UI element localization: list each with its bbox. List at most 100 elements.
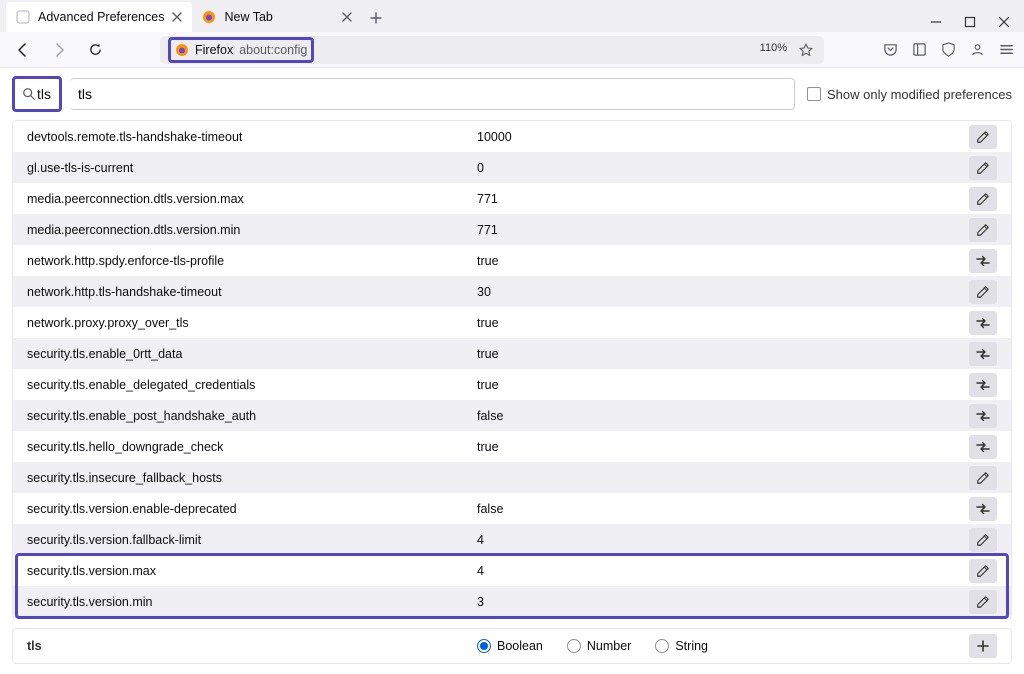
radio-label: Number (587, 639, 631, 653)
toggle-button[interactable] (969, 249, 997, 273)
show-only-modified-checkbox[interactable]: Show only modified preferences (807, 87, 1012, 102)
toggle-button[interactable] (969, 311, 997, 335)
side-panel-icon[interactable] (912, 42, 927, 57)
tab-new-tab[interactable]: New Tab (192, 2, 362, 32)
radio-label: String (675, 639, 708, 653)
type-radio-group: Boolean Number String (477, 639, 708, 653)
search-input-full[interactable] (70, 78, 795, 110)
edit-button[interactable] (969, 590, 997, 614)
radio-icon (567, 639, 581, 653)
add-button[interactable] (969, 634, 997, 658)
window-minimize-icon[interactable] (930, 16, 942, 28)
radio-icon (655, 639, 669, 653)
pref-name: security.tls.enable_delegated_credential… (27, 378, 477, 392)
checkbox-icon[interactable] (807, 87, 821, 101)
add-pref-name: tls (27, 639, 477, 653)
reload-button[interactable] (82, 37, 108, 63)
firefox-logo-icon (175, 43, 189, 57)
preferences-table: devtools.remote.tls-handshake-timeout100… (12, 120, 1012, 618)
toolbar: Firefox about:config 110% (0, 32, 1024, 68)
pref-value: 3 (477, 595, 969, 609)
page-content: tls Show only modified preferences devto… (0, 68, 1024, 664)
search-input-display[interactable]: tls (37, 86, 57, 102)
window-controls (930, 16, 1024, 32)
edit-button[interactable] (969, 466, 997, 490)
pref-value: 771 (477, 192, 969, 206)
back-button[interactable] (10, 37, 36, 63)
tab-title: Advanced Preferences (38, 10, 164, 24)
toggle-button[interactable] (969, 497, 997, 521)
edit-button[interactable] (969, 280, 997, 304)
tab-advanced-preferences[interactable]: Advanced Preferences (6, 2, 192, 32)
toggle-button[interactable] (969, 435, 997, 459)
pref-name: media.peerconnection.dtls.version.max (27, 192, 477, 206)
pref-row: media.peerconnection.dtls.version.max771 (13, 183, 1011, 214)
pref-row: security.tls.enable_0rtt_datatrue (13, 338, 1011, 369)
identity-highlight: Firefox about:config (168, 37, 314, 63)
window-maximize-icon[interactable] (964, 16, 976, 28)
add-preference-row: tls Boolean Number String (12, 628, 1012, 664)
close-icon[interactable] (342, 12, 352, 22)
type-radio-number[interactable]: Number (567, 639, 631, 653)
forward-button[interactable] (46, 37, 72, 63)
pref-name: security.tls.version.fallback-limit (27, 533, 477, 547)
edit-button[interactable] (969, 187, 997, 211)
toggle-button[interactable] (969, 404, 997, 428)
pref-row: security.tls.enable_delegated_credential… (13, 369, 1011, 400)
pref-value: 30 (477, 285, 969, 299)
close-icon[interactable] (172, 12, 182, 22)
account-icon[interactable] (970, 42, 985, 57)
pref-value: false (477, 409, 969, 423)
pref-name: security.tls.hello_downgrade_check (27, 440, 477, 454)
type-radio-boolean[interactable]: Boolean (477, 639, 543, 653)
pref-name: security.tls.version.enable-deprecated (27, 502, 477, 516)
search-input[interactable] (78, 86, 786, 102)
zoom-level-chip[interactable]: 110% (755, 40, 792, 56)
toolbar-right-icons (883, 42, 1014, 57)
pref-name: security.tls.insecure_fallback_hosts (27, 471, 477, 485)
window-close-icon[interactable] (998, 16, 1010, 28)
pref-row: security.tls.version.min3 (13, 586, 1011, 617)
pocket-icon[interactable] (883, 42, 898, 57)
pref-value: true (477, 378, 969, 392)
search-icon (15, 87, 37, 101)
toggle-button[interactable] (969, 342, 997, 366)
shield-icon[interactable] (941, 42, 956, 57)
pref-row: security.tls.hello_downgrade_checktrue (13, 431, 1011, 462)
radio-label: Boolean (497, 639, 543, 653)
url-path: about:config (239, 43, 307, 57)
pref-row: network.proxy.proxy_over_tlstrue (13, 307, 1011, 338)
edit-button[interactable] (969, 125, 997, 149)
edit-button[interactable] (969, 528, 997, 552)
search-highlight: tls (12, 76, 62, 112)
menu-icon[interactable] (999, 42, 1014, 57)
new-tab-button[interactable] (362, 4, 390, 32)
pref-value: 4 (477, 533, 969, 547)
pref-name: security.tls.version.max (27, 564, 477, 578)
pref-value: 4 (477, 564, 969, 578)
toggle-button[interactable] (969, 373, 997, 397)
edit-button[interactable] (969, 218, 997, 242)
pref-value: true (477, 347, 969, 361)
favicon-generic-icon (16, 10, 30, 24)
checkbox-label: Show only modified preferences (827, 87, 1012, 102)
radio-icon (477, 639, 491, 653)
pref-value: 771 (477, 223, 969, 237)
pref-value: false (477, 502, 969, 516)
bookmark-star-icon[interactable] (796, 40, 816, 60)
pref-value: 0 (477, 161, 969, 175)
edit-button[interactable] (969, 156, 997, 180)
type-radio-string[interactable]: String (655, 639, 708, 653)
url-bar[interactable]: Firefox about:config 110% (160, 36, 824, 64)
pref-row: devtools.remote.tls-handshake-timeout100… (13, 121, 1011, 152)
pref-row: gl.use-tls-is-current0 (13, 152, 1011, 183)
edit-button[interactable] (969, 559, 997, 583)
pref-name: network.proxy.proxy_over_tls (27, 316, 477, 330)
pref-value: true (477, 440, 969, 454)
pref-row: security.tls.enable_post_handshake_authf… (13, 400, 1011, 431)
pref-value: true (477, 316, 969, 330)
pref-row: security.tls.version.fallback-limit4 (13, 524, 1011, 555)
identity-label: Firefox (195, 43, 233, 57)
pref-row: security.tls.version.enable-deprecatedfa… (13, 493, 1011, 524)
pref-row: network.http.spdy.enforce-tls-profiletru… (13, 245, 1011, 276)
